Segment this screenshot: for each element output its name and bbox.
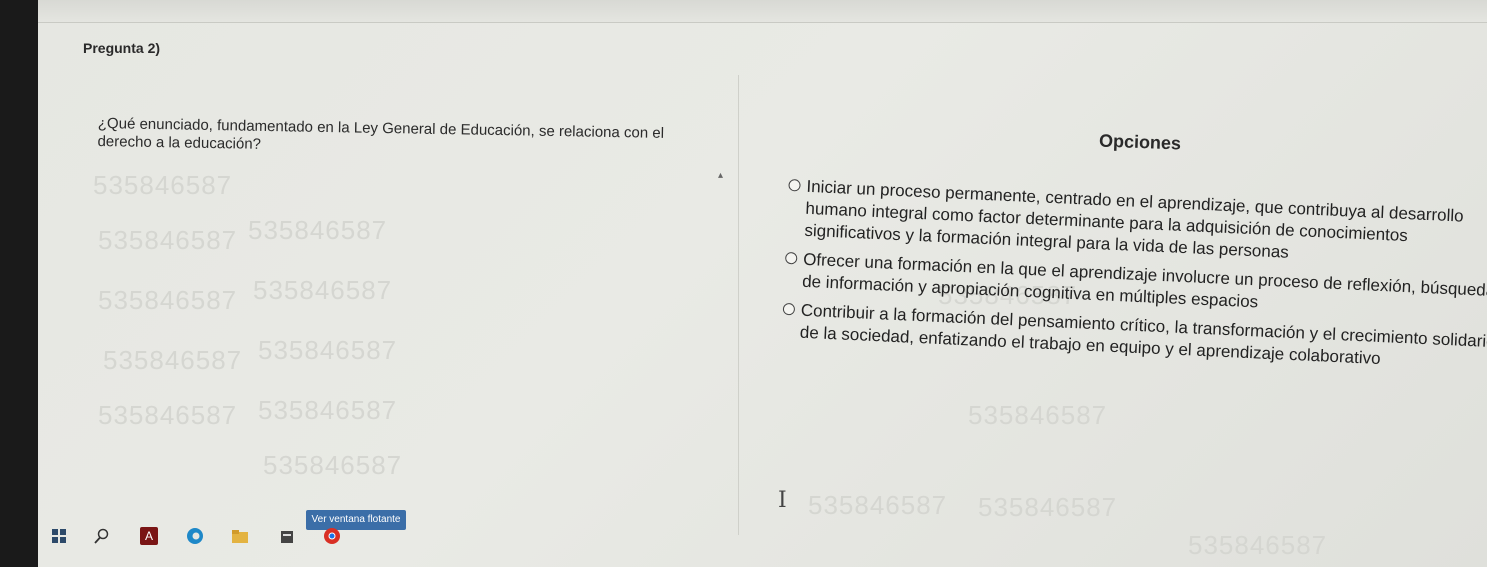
options-panel: Opciones Iniciar un proceso permanente, … bbox=[738, 75, 1487, 535]
pdf-icon[interactable]: A bbox=[140, 527, 158, 545]
radio-button[interactable] bbox=[784, 251, 798, 265]
search-icon[interactable] bbox=[93, 527, 111, 545]
watermark: 535846587 bbox=[248, 215, 388, 245]
quiz-screen: 535846587 535846587 535846587 535846587 … bbox=[38, 0, 1487, 567]
options-title: Opciones bbox=[1098, 130, 1182, 154]
watermark: 535846587 bbox=[263, 450, 403, 480]
edge-icon[interactable] bbox=[186, 527, 204, 545]
watermark: 535846587 bbox=[253, 275, 393, 305]
chrome-icon[interactable] bbox=[323, 527, 341, 545]
watermark: 535846587 bbox=[98, 285, 238, 315]
browser-top-strip bbox=[38, 0, 1487, 23]
option-label: Iniciar un proceso permanente, centrado … bbox=[804, 176, 1465, 262]
watermark: 535846587 bbox=[93, 170, 233, 200]
watermark: 535846587 bbox=[98, 225, 238, 255]
watermark: 535846587 bbox=[98, 400, 238, 430]
taskbar: Ver ventana flotante A bbox=[38, 505, 458, 567]
question-text: ¿Qué enunciado, fundamentado en la Ley G… bbox=[97, 115, 665, 153]
text-cursor-icon: I bbox=[778, 488, 787, 513]
radio-button[interactable] bbox=[788, 178, 801, 192]
watermark: 535846587 bbox=[103, 345, 243, 375]
question-label: Pregunta 2) bbox=[83, 40, 161, 56]
panel-collapse-handle[interactable]: ▴ bbox=[718, 170, 732, 188]
radio-button[interactable] bbox=[782, 302, 796, 316]
watermark: 535846587 bbox=[258, 335, 398, 365]
options-list: Iniciar un proceso permanente, centrado … bbox=[781, 175, 1487, 382]
floating-window-button[interactable]: Ver ventana flotante bbox=[306, 510, 406, 530]
app-icon[interactable] bbox=[278, 527, 296, 545]
watermark: 535846587 bbox=[258, 395, 398, 425]
start-icon[interactable] bbox=[50, 527, 68, 545]
file-explorer-icon[interactable] bbox=[231, 527, 249, 545]
